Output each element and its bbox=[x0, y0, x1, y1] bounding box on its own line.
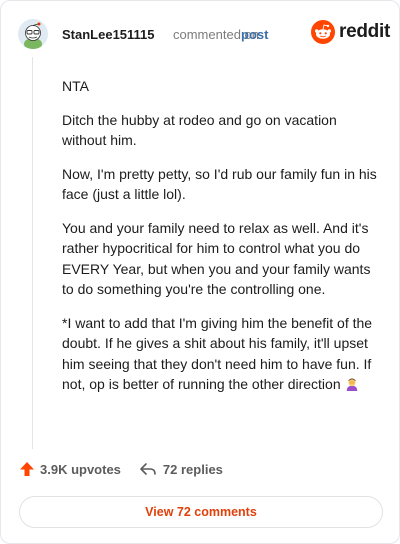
comment-footer: 3.9K upvotes 72 replies bbox=[19, 461, 223, 477]
reply-count[interactable]: 72 replies bbox=[163, 462, 223, 477]
thread-line[interactable] bbox=[32, 57, 33, 449]
comment-paragraph-text: *I want to add that I'm giving him the b… bbox=[62, 314, 373, 393]
reply-arrow-icon[interactable] bbox=[139, 461, 157, 477]
upvote-arrow-icon[interactable] bbox=[19, 461, 35, 477]
snoo-avatar-icon bbox=[18, 19, 48, 49]
view-comments-button[interactable]: View 72 comments bbox=[19, 496, 383, 528]
username[interactable]: StanLee151115 bbox=[62, 27, 155, 42]
reddit-logo[interactable]: reddit bbox=[311, 20, 390, 44]
person-facepalming-emoji bbox=[346, 378, 357, 391]
reddit-alien-icon bbox=[311, 20, 335, 44]
comment-paragraph: NTA bbox=[62, 78, 89, 94]
comment-paragraph: Now, I'm pretty petty, so I'd rub our fa… bbox=[62, 165, 377, 203]
post-link[interactable]: post bbox=[241, 27, 268, 42]
comment-card: StanLee151115 commented on post reddit N… bbox=[0, 0, 400, 544]
comment-paragraph: Ditch the hubby at rodeo and go on vacat… bbox=[62, 111, 337, 149]
comment-paragraph-last: *I want to add that I'm giving him the b… bbox=[62, 313, 378, 395]
upvote-count[interactable]: 3.9K upvotes bbox=[40, 462, 121, 477]
avatar[interactable] bbox=[18, 19, 48, 49]
comment-body: NTA Ditch the hubby at rodeo and go on v… bbox=[62, 76, 378, 408]
comment-paragraph: You and your family need to relax as wel… bbox=[62, 219, 371, 298]
reddit-wordmark: reddit bbox=[339, 21, 390, 42]
